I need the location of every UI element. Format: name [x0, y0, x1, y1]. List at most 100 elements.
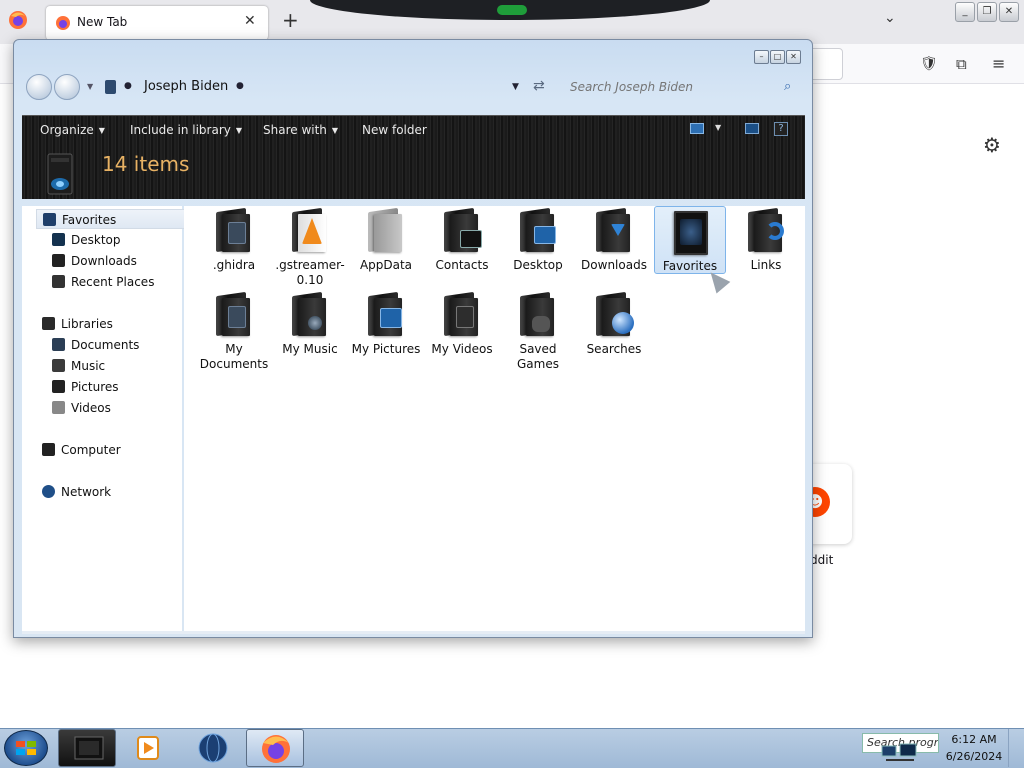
desktop-icon: [52, 233, 65, 246]
preview-pane-icon[interactable]: [745, 123, 759, 134]
include-in-library-label: Include in library: [130, 123, 231, 137]
nav-item-label: Documents: [71, 338, 140, 352]
nav-item-computer[interactable]: Computer: [42, 440, 121, 460]
folder-label: My Videos: [431, 342, 493, 356]
firefox-icon[interactable]: [8, 10, 28, 30]
nav-item-network[interactable]: Network: [42, 482, 111, 502]
browser-window-controls: _ ❐ ✕: [955, 2, 1021, 24]
view-options-chevron-down-icon[interactable]: ▼: [715, 123, 721, 132]
nav-item-label: Computer: [61, 443, 121, 457]
recent-pages-chevron-down-icon[interactable]: ▼: [87, 82, 93, 91]
folder-item[interactable]: My Music: [274, 291, 346, 357]
hamburger-menu-icon[interactable]: ≡: [992, 54, 1005, 73]
close-icon[interactable]: ✕: [786, 50, 801, 64]
recent-places-icon: [52, 275, 65, 288]
folder-item[interactable]: My Videos: [426, 291, 498, 357]
folder-item[interactable]: Desktop: [502, 207, 574, 273]
new-tab-button[interactable]: +: [282, 8, 299, 32]
windows-logo-icon: [16, 741, 36, 755]
change-view-icon[interactable]: [690, 123, 704, 134]
folder-label: Saved Games: [517, 342, 559, 371]
network-tray-icon[interactable]: [880, 740, 920, 764]
share-with-button[interactable]: Share with ▼: [263, 123, 338, 137]
nav-item-downloads[interactable]: Downloads: [52, 251, 137, 271]
pictures-icon: [52, 380, 65, 393]
documents-folder-icon: [214, 291, 254, 338]
clock-date: 6/26/2024: [945, 750, 1003, 763]
folder-label: My Music: [282, 342, 338, 356]
search-input[interactable]: [560, 74, 802, 100]
folder-item[interactable]: AppData: [350, 207, 422, 273]
folder-item[interactable]: .gstreamer-0.10: [274, 207, 346, 288]
tab-new-tab[interactable]: New Tab ✕: [46, 6, 268, 40]
nav-item-pictures[interactable]: Pictures: [52, 377, 119, 397]
nav-item-favorites[interactable]: Favorites: [36, 209, 193, 229]
help-icon[interactable]: ?: [774, 122, 788, 136]
computer-icon: [42, 443, 55, 456]
folder-label: Downloads: [581, 258, 647, 272]
folder-label: My Documents: [199, 342, 269, 371]
command-bar: Organize ▼ Include in library ▼ Share with…: [22, 115, 805, 145]
saved-games-folder-icon: [518, 291, 558, 338]
restore-icon[interactable]: ❐: [977, 2, 997, 22]
nav-item-documents[interactable]: Documents: [52, 335, 139, 355]
pocket-icon[interactable]: 🛡: [920, 56, 938, 72]
taskbar-network-globe-button[interactable]: [184, 729, 242, 767]
tab-close-icon[interactable]: ✕: [244, 13, 256, 29]
computer-tower-icon: [42, 152, 78, 196]
folder-item[interactable]: Saved Games: [502, 291, 574, 372]
chevron-down-icon: ▼: [98, 126, 105, 135]
shortcut-tile-label: ddit: [810, 553, 834, 567]
item-count: 14 items: [102, 152, 190, 176]
breadcrumb-current-folder[interactable]: Joseph Biden: [144, 79, 228, 94]
nav-item-recent-places[interactable]: Recent Places: [52, 272, 154, 292]
new-folder-button[interactable]: New folder: [362, 123, 427, 137]
search-icon[interactable]: ⌕: [784, 79, 791, 94]
organize-button[interactable]: Organize ▼: [40, 123, 105, 137]
searches-folder-icon: [594, 291, 634, 338]
nav-item-libraries[interactable]: Libraries: [42, 314, 113, 334]
hidden-folder-icon: [366, 207, 406, 254]
media-player-icon: [137, 736, 159, 760]
explorer-window: – □ ✕ ▼ ● Joseph Biden ● ▼ ⇄ ⌕ Organize ▼…: [13, 39, 813, 638]
list-all-tabs-icon[interactable]: ⌄: [884, 10, 896, 26]
taskbar-explorer-button[interactable]: [58, 729, 116, 767]
close-icon[interactable]: ✕: [999, 2, 1019, 22]
globe-icon: [198, 733, 228, 763]
maximize-icon[interactable]: □: [770, 50, 785, 64]
settings-gear-icon[interactable]: ⚙: [983, 133, 1001, 157]
nav-item-videos[interactable]: Videos: [52, 398, 111, 418]
links-folder-icon: [746, 207, 786, 254]
show-desktop-button[interactable]: [1008, 729, 1022, 767]
include-in-library-button[interactable]: Include in library ▼: [130, 123, 242, 137]
videos-icon: [52, 401, 65, 414]
folder-item[interactable]: Downloads: [578, 207, 650, 273]
nav-item-music[interactable]: Music: [52, 356, 105, 376]
breadcrumb-separator-icon[interactable]: ●: [236, 81, 244, 91]
minimize-icon[interactable]: _: [955, 2, 975, 22]
firefox-theme-green-accent: [497, 5, 527, 15]
system-clock[interactable]: 6:12 AM 6/26/2024: [944, 729, 1004, 767]
folder-label: .gstreamer-0.10: [275, 258, 345, 287]
taskbar-firefox-button[interactable]: [246, 729, 304, 767]
folder-item[interactable]: .ghidra: [198, 207, 270, 273]
folder-item[interactable]: My Documents: [198, 291, 270, 372]
folder-item-selected[interactable]: Favorites: [654, 206, 726, 274]
minimize-icon[interactable]: –: [754, 50, 769, 64]
firefox-tab-icon: [55, 15, 71, 31]
folder-item[interactable]: Contacts: [426, 207, 498, 273]
folder-item[interactable]: Links: [730, 207, 802, 273]
extensions-icon[interactable]: ⧉: [956, 55, 967, 73]
nav-item-label: Libraries: [61, 317, 113, 331]
breadcrumb-separator-icon[interactable]: ●: [124, 81, 132, 91]
nav-item-desktop[interactable]: Desktop: [52, 230, 121, 250]
forward-button[interactable]: [54, 74, 80, 100]
refresh-icon[interactable]: ⇄: [533, 78, 545, 94]
taskbar-media-player-button[interactable]: [118, 729, 176, 767]
folder-item[interactable]: My Pictures: [350, 291, 422, 357]
address-history-chevron-down-icon[interactable]: ▼: [512, 82, 519, 92]
downloads-folder-icon: [594, 207, 634, 254]
music-icon: [52, 359, 65, 372]
back-button[interactable]: [26, 74, 52, 100]
folder-item[interactable]: Searches: [578, 291, 650, 357]
